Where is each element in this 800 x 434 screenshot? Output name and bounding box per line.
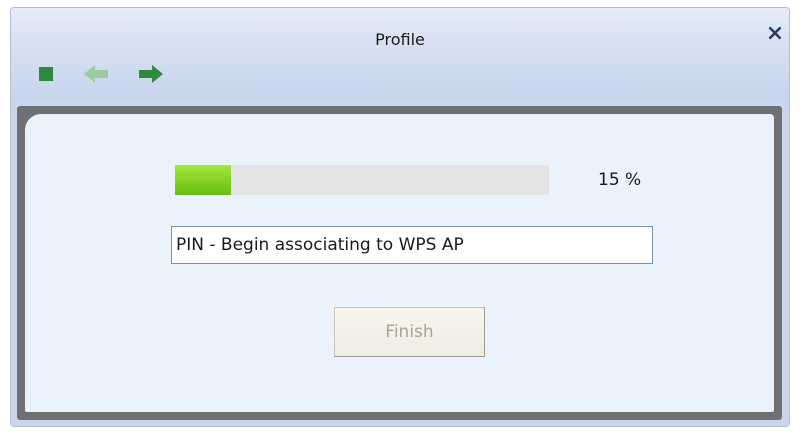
window-title: Profile [375,30,425,49]
status-field[interactable]: PIN - Begin associating to WPS AP [171,226,653,264]
progress-fill [175,165,232,195]
close-button[interactable]: × [763,22,787,46]
forward-arrow-icon[interactable] [138,63,164,85]
progress-percent-label: 15 % [598,170,642,190]
progress-bar [175,165,549,195]
content-panel: 15 % PIN - Begin associating to WPS AP F… [25,114,774,412]
stop-icon[interactable] [39,67,53,81]
back-arrow-icon[interactable] [83,63,109,85]
finish-button[interactable]: Finish [334,307,485,357]
profile-dialog: Profile × 15 % PIN - Begin associating t… [10,7,790,427]
title-bar: Profile × [11,8,789,101]
content-frame: 15 % PIN - Begin associating to WPS AP F… [17,106,782,420]
